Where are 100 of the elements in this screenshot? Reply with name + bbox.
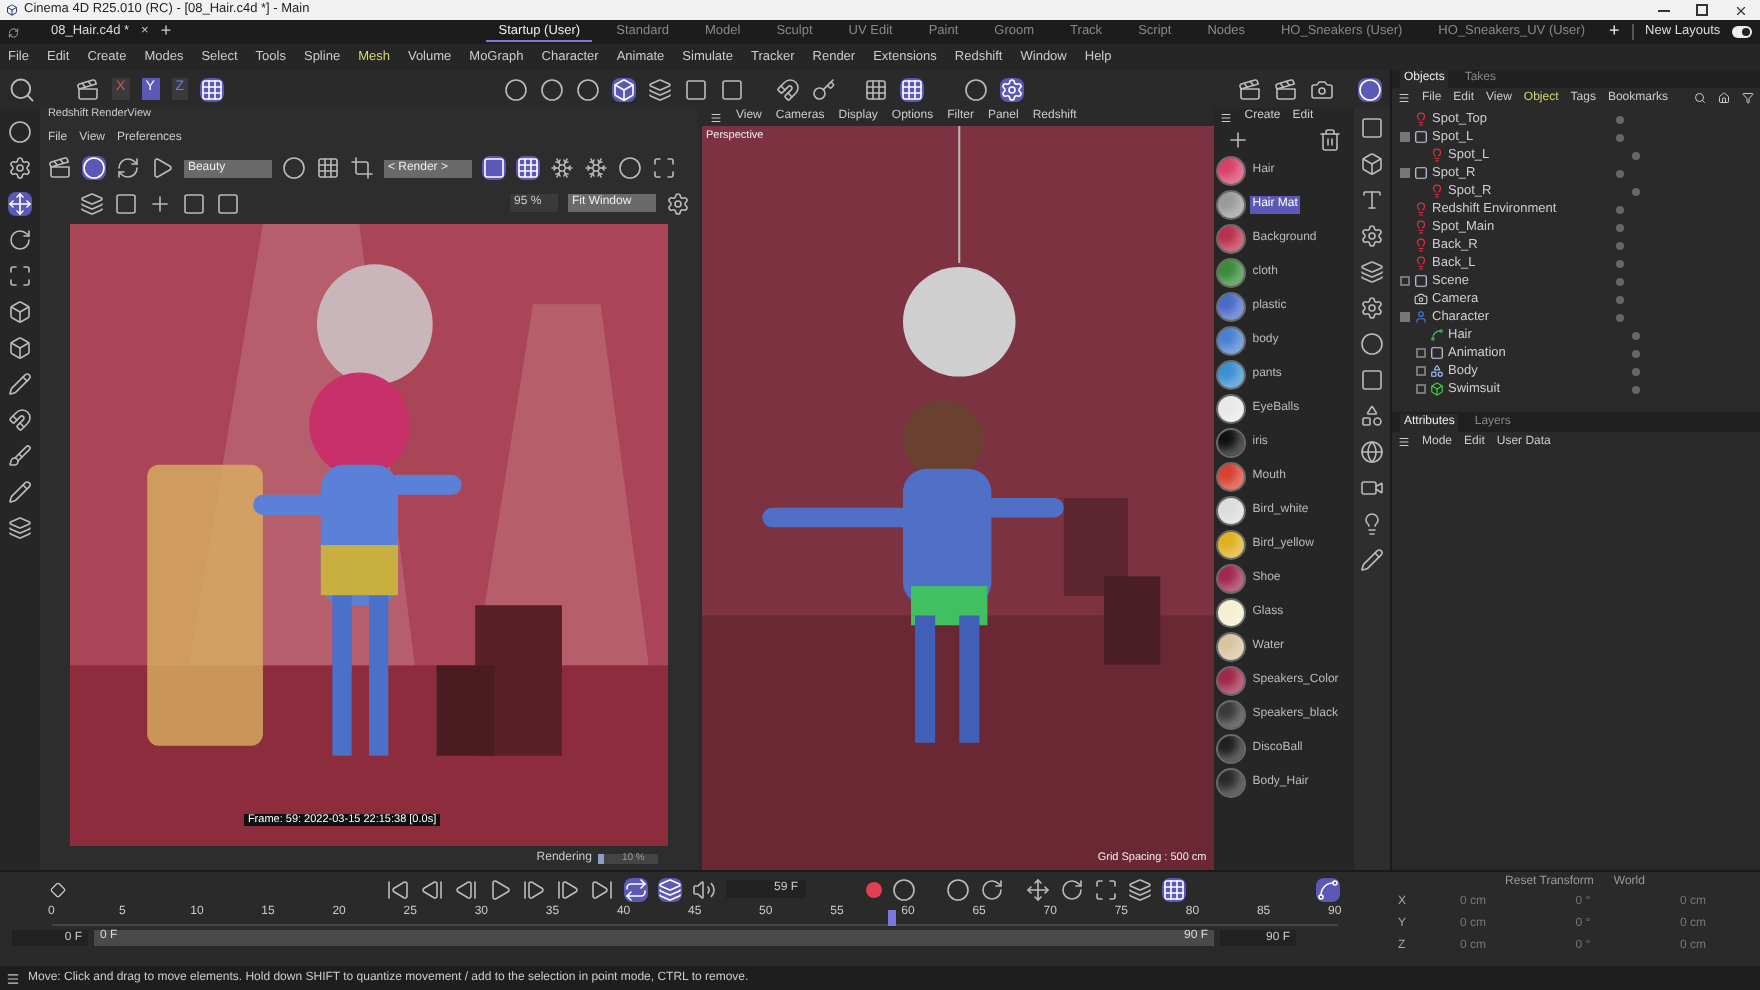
refresh-icon[interactable] [115,156,140,180]
close-icon[interactable] [1734,3,1748,17]
expand-toggle[interactable] [1416,348,1426,358]
layers-icon[interactable] [1128,877,1152,901]
circle-icon[interactable] [963,77,988,101]
filter-icon[interactable] [1742,92,1754,104]
transport-icon[interactable] [488,877,512,901]
object-tool-icon[interactable] [1360,116,1385,140]
object-tool-icon[interactable] [1360,404,1385,428]
rotate-icon[interactable] [980,877,1004,901]
home-icon[interactable] [1718,92,1730,104]
crop-icon[interactable] [349,156,374,180]
material-swatch[interactable] [1216,632,1247,662]
material-swatch[interactable] [1216,462,1247,492]
frame-icon[interactable] [651,156,676,180]
circle-icon[interactable] [617,156,642,180]
layers-icon[interactable] [79,191,104,215]
object-tool-icon[interactable] [1360,224,1385,248]
expand-toggle[interactable] [1416,366,1426,376]
grid-icon[interactable] [315,156,340,180]
tool-icon[interactable] [7,264,32,288]
material-swatch[interactable] [1216,598,1247,628]
maximize-icon[interactable] [1696,4,1708,16]
move-icon[interactable] [1026,877,1050,901]
toggle-switch[interactable] [1732,26,1752,38]
new-tab[interactable]: + [160,18,172,46]
tool-icon[interactable] [7,444,32,468]
material-swatch[interactable] [1216,292,1247,322]
tool-icon[interactable] [7,120,32,144]
snowflake-icon[interactable] [549,156,574,180]
search-icon[interactable] [8,75,36,103]
rotate-icon[interactable] [1060,877,1084,901]
object-tool-icon[interactable] [1360,332,1385,356]
material-swatch[interactable] [1216,768,1247,798]
tool-icon[interactable] [7,156,32,180]
menu-icon[interactable] [1220,111,1233,123]
circle-icon[interactable] [281,156,306,180]
clapperboard-icon[interactable] [47,156,72,180]
material-swatch[interactable] [1216,156,1247,186]
material-swatch[interactable] [1216,258,1247,288]
object-tool-icon[interactable] [1360,440,1385,464]
transport-icon[interactable] [556,877,580,901]
tool-icon[interactable] [7,372,32,396]
material-swatch[interactable] [1216,224,1247,254]
object-tool-icon[interactable] [1360,296,1385,320]
object-tool-icon[interactable] [1360,548,1385,572]
material-swatch[interactable] [1216,564,1247,594]
object-tool-icon[interactable] [1360,188,1385,212]
object-tool-icon[interactable] [1360,260,1385,284]
material-swatch[interactable] [1216,190,1247,220]
material-swatch[interactable] [1216,326,1247,356]
snowflake-icon[interactable] [583,156,608,180]
grid-icon[interactable] [863,77,888,101]
search-icon[interactable] [1694,92,1706,104]
transport-icon[interactable] [454,877,478,901]
object-tool-icon[interactable] [1360,512,1385,536]
add-layout[interactable]: + [1609,18,1620,46]
play-icon[interactable] [149,156,174,180]
material-swatch[interactable] [1216,360,1247,390]
tool-icon[interactable] [7,516,32,540]
circle-icon[interactable] [946,877,970,901]
expand-toggle[interactable] [1416,384,1426,394]
tool-icon[interactable] [7,336,32,360]
add-icon[interactable] [147,191,172,215]
curve-icon[interactable] [1316,877,1340,901]
material-swatch[interactable] [1216,734,1247,764]
material-swatch[interactable] [1216,666,1247,696]
object-tool-icon[interactable] [1360,152,1385,176]
tool-icon[interactable] [7,228,32,252]
clapperboard-icon[interactable] [76,77,100,101]
expand-toggle[interactable] [1400,276,1410,286]
transport-icon[interactable] [420,877,444,901]
scale-icon[interactable] [1094,877,1118,901]
tool-icon[interactable] [7,192,32,216]
expand-toggle[interactable] [1400,168,1410,178]
material-swatch[interactable] [1216,700,1247,730]
sound-icon[interactable] [692,877,716,901]
magnet-icon[interactable] [775,77,800,101]
add-icon[interactable] [1226,128,1251,152]
settings-icon[interactable] [665,191,690,215]
transport-icon[interactable] [386,877,410,901]
keyframe-icon[interactable] [50,881,66,897]
material-swatch[interactable] [1216,428,1247,458]
loop-icon[interactable] [624,877,648,901]
mode-icon[interactable] [647,77,672,101]
minimize-icon[interactable] [1658,9,1670,11]
material-swatch[interactable] [1216,394,1247,424]
expand-toggle[interactable] [1400,312,1410,322]
tool-icon[interactable] [7,480,32,504]
expand-toggle[interactable] [1400,132,1410,142]
menu-icon[interactable] [709,111,722,123]
key-icon[interactable] [811,77,836,101]
tool-icon[interactable] [7,408,32,432]
trash-icon[interactable] [1318,128,1343,152]
menu-icon[interactable] [1398,436,1410,448]
transport-icon[interactable] [590,877,614,901]
playhead[interactable] [887,910,896,926]
transport-icon[interactable] [522,877,546,901]
mode-icon[interactable] [539,77,564,101]
material-swatch[interactable] [1216,530,1247,560]
